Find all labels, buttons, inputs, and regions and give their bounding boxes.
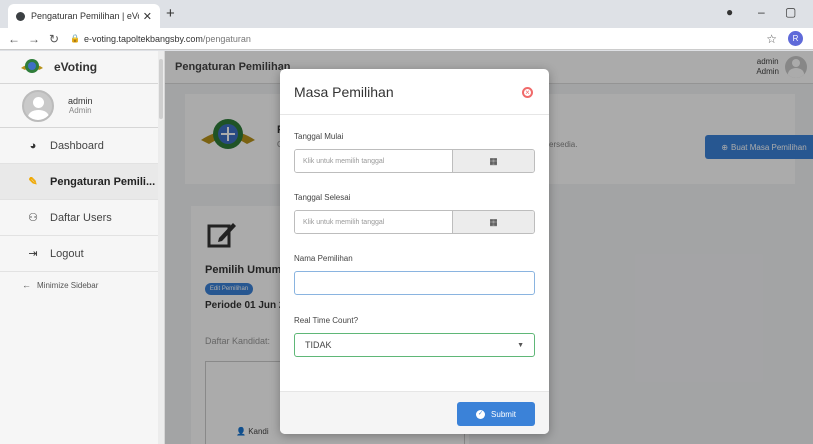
chevron-down-icon: ▼	[517, 341, 524, 349]
realtime-count-select[interactable]: TIDAK ▼	[294, 333, 535, 357]
start-date-label: Tanggal Mulai	[294, 132, 344, 141]
modal-title: Masa Pemilihan	[294, 84, 394, 100]
dashboard-icon: ◕	[29, 139, 37, 152]
address-bar-row: ← → ↻ 🔒 e-voting.tapoltekbangsby.com/pen…	[0, 28, 813, 50]
modal-header: Masa Pemilihan ×	[280, 69, 549, 115]
realtime-count-value: TIDAK	[305, 340, 332, 350]
minimize-sidebar-label: Minimize Sidebar	[37, 280, 99, 290]
calendar-icon[interactable]: ▦	[452, 150, 534, 172]
window-minimize-button[interactable]: –	[758, 5, 765, 19]
start-date-field[interactable]: Klik untuk memilih tanggal	[295, 150, 452, 172]
tab-title: Pengaturan Pemilihan | eVoting	[31, 11, 139, 21]
end-date-label: Tanggal Selesai	[294, 193, 351, 202]
lock-icon: 🔒	[70, 34, 80, 43]
sidebar-item-dashboard[interactable]: ◕ Dashboard	[0, 128, 164, 164]
sidebar-item-label: Logout	[50, 247, 84, 260]
start-date-group: Tanggal Mulai Klik untuk memilih tanggal…	[294, 132, 535, 173]
sidebar-item-pengaturan[interactable]: ✎ Pengaturan Pemili...	[0, 164, 164, 200]
logout-icon: ⇥	[28, 248, 38, 260]
users-icon: ⚇	[28, 212, 38, 224]
sidebar-item-logout[interactable]: ⇥ Logout	[0, 236, 164, 272]
end-date-input[interactable]: Klik untuk memilih tanggal ▦	[294, 210, 535, 234]
brand-name: eVoting	[54, 60, 98, 74]
url-field[interactable]: 🔒 e-voting.tapoltekbangsby.com/pengatura…	[70, 34, 251, 44]
bookmark-star-icon[interactable]: ☆	[766, 32, 777, 46]
modal-footer: ✓ Submit	[280, 391, 549, 434]
election-name-group: Nama Pemilihan	[294, 254, 535, 295]
sidebar-user: admin Admin	[0, 84, 164, 128]
browser-tab[interactable]: Pengaturan Pemilihan | eVoting ✕	[8, 4, 160, 28]
start-date-input[interactable]: Klik untuk memilih tanggal ▦	[294, 149, 535, 173]
wrench-icon: ✎	[28, 176, 38, 188]
profile-avatar[interactable]: R	[788, 31, 803, 46]
new-tab-button[interactable]: +	[166, 5, 175, 22]
check-circle-icon: ✓	[476, 409, 486, 419]
browser-tab-bar: Pengaturan Pemilihan | eVoting ✕ + ● – ▢	[0, 0, 813, 28]
tab-close-icon[interactable]: ✕	[143, 10, 152, 23]
realtime-count-group: Real Time Count? TIDAK ▼	[294, 316, 535, 357]
url-path: /pengaturan	[202, 33, 251, 44]
reload-icon[interactable]: ↻	[48, 32, 60, 46]
url-host: e-voting.tapoltekbangsby.com	[83, 33, 203, 44]
brand-logo-icon	[21, 59, 43, 73]
realtime-count-label: Real Time Count?	[294, 316, 359, 325]
brand[interactable]: eVoting	[0, 51, 164, 84]
sidebar-user-role: Admin	[68, 106, 92, 115]
sidebar-item-label: Pengaturan Pemili...	[50, 175, 156, 188]
forward-arrow-icon[interactable]: →	[28, 32, 40, 46]
end-date-group: Tanggal Selesai Klik untuk memilih tangg…	[294, 193, 535, 234]
sidebar: eVoting admin Admin ◕ Dashboard ✎ Pengat…	[0, 51, 165, 444]
window-maximize-button[interactable]: ▢	[785, 5, 796, 19]
favicon-icon	[16, 11, 25, 21]
sidebar-item-users[interactable]: ⚇ Daftar Users	[0, 200, 164, 236]
sidebar-item-label: Daftar Users	[50, 211, 112, 224]
sidebar-scrollbar[interactable]	[158, 51, 164, 444]
end-date-field[interactable]: Klik untuk memilih tanggal	[295, 211, 452, 233]
close-icon[interactable]: ×	[522, 87, 533, 98]
submit-button[interactable]: ✓ Submit	[457, 402, 535, 426]
submit-label: Submit	[491, 409, 516, 419]
election-name-label: Nama Pemilihan	[294, 254, 353, 263]
calendar-icon[interactable]: ▦	[452, 211, 534, 233]
sidebar-item-label: Dashboard	[50, 139, 104, 152]
arrow-left-icon: ←	[22, 280, 31, 290]
minimize-sidebar[interactable]: ← Minimize Sidebar	[0, 272, 164, 298]
avatar	[22, 89, 54, 122]
election-name-field[interactable]	[294, 271, 535, 295]
sidebar-user-name: admin	[68, 96, 93, 106]
back-arrow-icon[interactable]: ←	[8, 32, 20, 46]
account-circle-icon[interactable]: ●	[726, 5, 733, 19]
election-period-modal: Masa Pemilihan × Tanggal Mulai Klik untu…	[280, 69, 549, 434]
